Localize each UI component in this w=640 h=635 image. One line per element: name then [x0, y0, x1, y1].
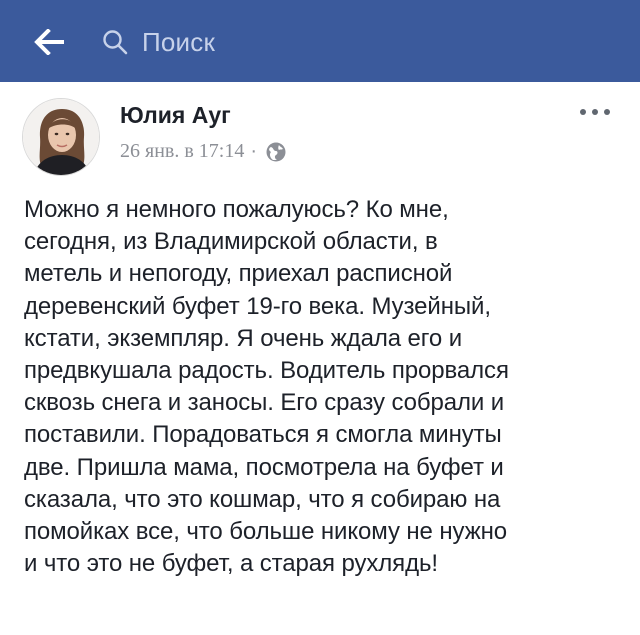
post-text-line: Можно я немного пожалуюсь? Ко мне,: [24, 196, 449, 223]
back-arrow-icon[interactable]: [30, 22, 70, 62]
search-input[interactable]: Поиск: [100, 20, 620, 64]
post-text-line: сказала, что это кошмар, что я собираю н…: [24, 485, 501, 513]
globe-icon: [265, 141, 287, 163]
avatar[interactable]: [22, 98, 100, 176]
more-options-icon[interactable]: [580, 104, 610, 120]
post-text-line: и что это не буфет, а старая рухлядь!: [24, 550, 438, 578]
post-text: Можно я немного пожалуюсь? Ко мне, сегод…: [24, 194, 624, 580]
post-text-line: поставили. Порадоваться я смогла минуты: [24, 421, 502, 449]
author-name[interactable]: Юлия Ауг: [120, 102, 231, 129]
post-text-line: метель и непогоду, приехал расписной: [24, 260, 453, 288]
post-text-line: сквозь снега и заносы. Его сразу собрали…: [24, 389, 505, 417]
post-text-line: предвкушала радость. Водитель прорвался: [24, 357, 509, 385]
post-text-line: две. Пришла мама, посмотрела на буфет и: [24, 453, 504, 481]
meta-separator: ·: [250, 140, 258, 162]
post-timestamp[interactable]: 26 янв. в 17:14: [120, 140, 244, 163]
post-text-line: кстати, экземпляр. Я очень ждала его и: [24, 324, 463, 352]
post-text-line: деревенский буфет 19-го века. Музейный,: [24, 292, 491, 320]
search-icon: [100, 27, 130, 57]
top-bar: Поиск: [0, 0, 640, 82]
search-placeholder: Поиск: [142, 26, 216, 57]
post-text-line: помойках все, что больше никому не нужно: [24, 518, 508, 546]
post-card: Юлия Ауг 26 янв. в 17:14 · Можно я немно…: [0, 82, 640, 635]
post-text-line: сегодня, из Владимирской области, в: [24, 228, 438, 256]
post-meta: 26 янв. в 17:14 ·: [120, 140, 287, 163]
